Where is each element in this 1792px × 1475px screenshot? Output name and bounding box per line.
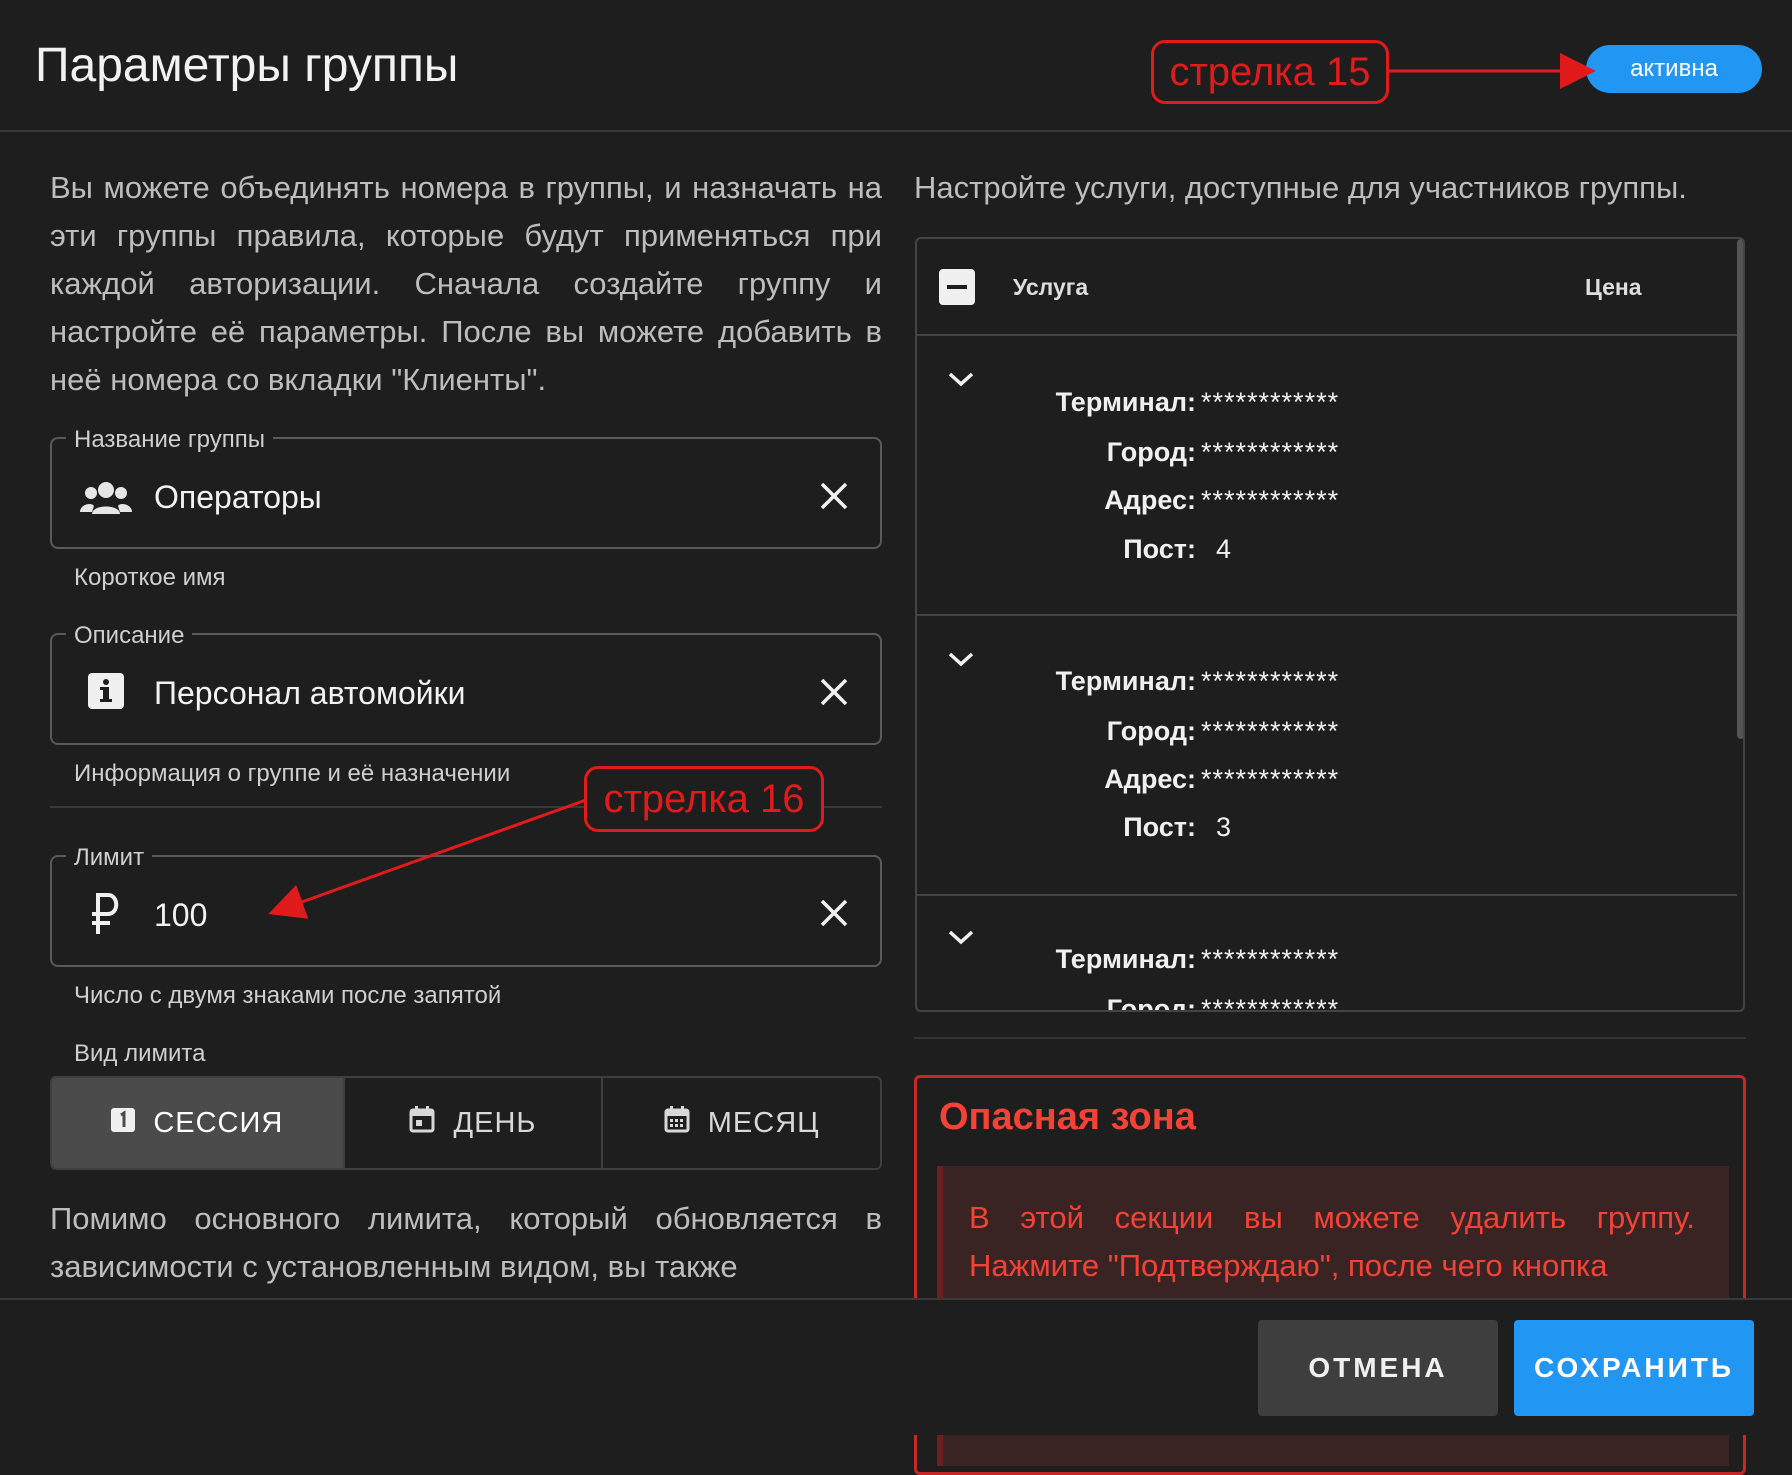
annotation-callout-16: стрелка 16 (584, 766, 824, 832)
annotation-arrows (268, 53, 1596, 919)
annotation-callout-15: стрелка 15 (1151, 40, 1389, 104)
